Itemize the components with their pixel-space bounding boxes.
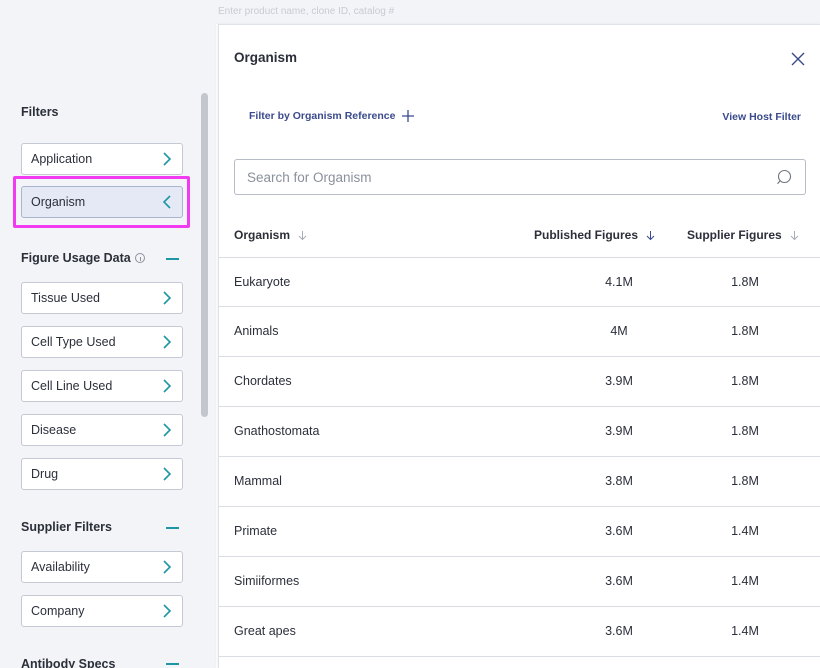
column-header-label: Supplier Figures <box>687 228 782 242</box>
chevron-right-icon <box>162 291 172 305</box>
chevron-right-icon <box>162 335 172 349</box>
organism-search-box[interactable] <box>234 159 806 195</box>
table-row[interactable]: Great apes 3.6M 1.4M <box>219 607 820 657</box>
published-figures-count: 3.9M <box>605 424 633 438</box>
antibody-specs-heading: Antibody Specs <box>21 657 116 668</box>
filter-item-cell-line-used[interactable]: Cell Line Used <box>21 370 183 402</box>
filter-item-label: Application <box>31 152 93 166</box>
sidebar-scrollbar-thumb[interactable] <box>201 93 208 417</box>
organism-name: Great apes <box>234 624 296 638</box>
supplier-figures-count: 1.8M <box>731 474 759 488</box>
supplier-figures-count: 1.4M <box>731 574 759 588</box>
column-header-label: Organism <box>234 228 291 242</box>
filter-item-disease[interactable]: Disease <box>21 414 183 446</box>
arrow-down-icon <box>298 230 307 241</box>
filter-item-label: Tissue Used <box>31 291 101 305</box>
supplier-figures-count: 1.8M <box>731 275 759 289</box>
chevron-right-icon <box>162 467 172 481</box>
info-icon[interactable] <box>135 253 145 263</box>
search-bar-background: Enter product name, clone ID, catalog # <box>208 0 820 24</box>
table-header: Organism Published Figures Supplier Figu… <box>219 215 820 247</box>
published-figures-count: 3.9M <box>605 374 633 388</box>
arrow-down-icon <box>646 230 655 241</box>
column-header-supplier-figures[interactable]: Supplier Figures <box>687 228 799 242</box>
published-figures-count: 3.6M <box>605 574 633 588</box>
filter-item-label: Cell Line Used <box>31 379 113 393</box>
table-row[interactable]: Simiiformes 3.6M 1.4M <box>219 557 820 607</box>
filter-item-label: Drug <box>31 467 59 481</box>
filter-item-availability[interactable]: Availability <box>21 551 183 583</box>
column-header-published-figures[interactable]: Published Figures <box>534 228 655 242</box>
organism-table-body: Eukaryote 4.1M 1.8M Animals 4M 1.8M Chor… <box>219 257 820 657</box>
filter-item-label: Company <box>31 604 85 618</box>
supplier-figures-count: 1.8M <box>731 424 759 438</box>
supplier-figures-count: 1.8M <box>731 374 759 388</box>
filter-item-label: Disease <box>31 423 77 437</box>
table-row[interactable]: Primate 3.6M 1.4M <box>219 507 820 557</box>
filter-item-label: Availability <box>31 560 90 574</box>
filter-item-organism[interactable]: Organism <box>21 186 183 218</box>
filters-heading: Filters <box>21 105 59 119</box>
organism-modal: Organism Filter by Organism Reference Vi… <box>218 24 820 668</box>
chevron-right-icon <box>162 379 172 393</box>
filter-item-application[interactable]: Application <box>21 143 183 175</box>
published-figures-count: 4.1M <box>605 275 633 289</box>
chevron-right-icon <box>162 423 172 437</box>
column-header-organism[interactable]: Organism <box>234 228 307 242</box>
organism-name: Eukaryote <box>234 275 291 289</box>
published-figures-count: 4M <box>610 324 628 338</box>
table-row[interactable]: Chordates 3.9M 1.8M <box>219 357 820 407</box>
filter-item-label: Organism <box>31 195 86 209</box>
organism-name: Gnathostomata <box>234 424 320 438</box>
supplier-figures-count: 1.8M <box>731 324 759 338</box>
view-host-filter-link[interactable]: View Host Filter <box>722 111 801 123</box>
published-figures-count: 3.8M <box>605 474 633 488</box>
search-icon[interactable] <box>776 169 793 186</box>
organism-name: Mammal <box>234 474 282 488</box>
filter-by-reference-button[interactable]: Filter by Organism Reference <box>249 109 415 123</box>
filter-item-tissue-used[interactable]: Tissue Used <box>21 282 183 314</box>
table-row[interactable]: Gnathostomata 3.9M 1.8M <box>219 407 820 457</box>
plus-icon <box>402 110 415 122</box>
table-row[interactable]: Animals 4M 1.8M <box>219 307 820 357</box>
filter-item-drug[interactable]: Drug <box>21 458 183 490</box>
organism-name: Animals <box>234 324 279 338</box>
figure-usage-heading: Figure Usage Data <box>21 251 131 265</box>
collapse-antibody-specs-minus-icon[interactable] <box>166 663 179 665</box>
filter-item-label: Cell Type Used <box>31 335 116 349</box>
column-header-label: Published Figures <box>534 228 639 242</box>
filter-by-reference-label: Filter by Organism Reference <box>249 110 396 122</box>
organism-name: Simiiformes <box>234 574 300 588</box>
collapse-figure-usage-minus-icon[interactable] <box>166 258 179 260</box>
filter-item-cell-type-used[interactable]: Cell Type Used <box>21 326 183 358</box>
chevron-right-icon <box>162 604 172 618</box>
filter-sidebar: Filters Application Organism Figure Usag… <box>0 0 200 668</box>
published-figures-count: 3.6M <box>605 524 633 538</box>
supplier-figures-count: 1.4M <box>731 624 759 638</box>
supplier-filters-heading: Supplier Filters <box>21 520 112 534</box>
filter-item-company[interactable]: Company <box>21 595 183 627</box>
organism-name: Chordates <box>234 374 292 388</box>
organism-name: Primate <box>234 524 278 538</box>
arrow-down-icon <box>790 230 799 241</box>
chevron-right-icon <box>162 152 172 166</box>
collapse-supplier-filters-minus-icon[interactable] <box>166 527 179 529</box>
table-row[interactable]: Eukaryote 4.1M 1.8M <box>219 257 820 307</box>
table-row[interactable]: Mammal 3.8M 1.8M <box>219 457 820 507</box>
search-bar-placeholder: Enter product name, clone ID, catalog # <box>218 6 395 17</box>
organism-search-input[interactable] <box>247 169 776 185</box>
published-figures-count: 3.6M <box>605 624 633 638</box>
supplier-figures-count: 1.4M <box>731 524 759 538</box>
chevron-right-icon <box>162 560 172 574</box>
close-icon[interactable] <box>790 51 806 67</box>
modal-title: Organism <box>234 50 298 65</box>
chevron-left-icon <box>162 195 172 209</box>
